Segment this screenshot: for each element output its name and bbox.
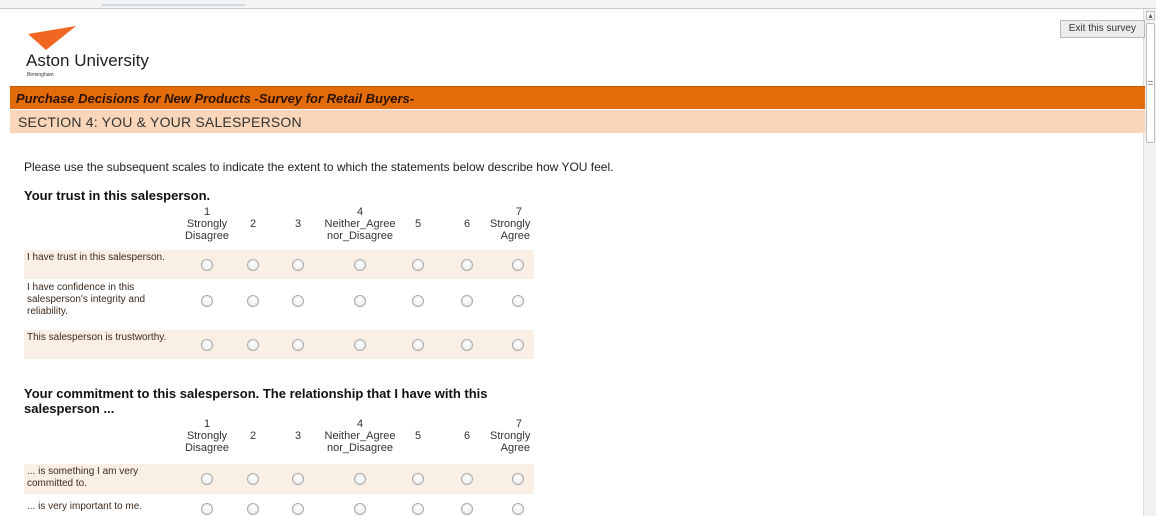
scale-number: 7 bbox=[515, 206, 522, 218]
row-label: ... is very important to me. bbox=[27, 501, 143, 512]
rating-radio-2[interactable] bbox=[247, 295, 259, 307]
question-row: ... is something I am very committed to. bbox=[24, 464, 534, 494]
survey-title-bar: Purchase Decisions for New Products -Sur… bbox=[10, 86, 1145, 109]
rating-radio-7[interactable] bbox=[512, 295, 524, 307]
rating-radio-7[interactable] bbox=[512, 339, 524, 351]
rating-radio-2[interactable] bbox=[247, 473, 259, 485]
scale-number: 4 bbox=[356, 418, 364, 430]
rating-radio-1[interactable] bbox=[201, 339, 213, 351]
scale-number: 1 bbox=[203, 206, 211, 218]
scale-text-line2: Disagree bbox=[184, 442, 230, 454]
rating-radio-7[interactable] bbox=[512, 473, 524, 485]
instruction-text: Please use the subsequent scales to indi… bbox=[24, 160, 614, 174]
rating-radio-5[interactable] bbox=[412, 503, 424, 515]
scale-number: 7 bbox=[515, 418, 522, 430]
scale-number: 4 bbox=[356, 206, 364, 218]
scale-text-line1: Strongly bbox=[490, 430, 531, 442]
rating-radio-3[interactable] bbox=[292, 503, 304, 515]
rating-radio-1[interactable] bbox=[201, 259, 213, 271]
scale-text-line1: Strongly bbox=[490, 218, 531, 230]
question-title: Your trust in this salesperson. bbox=[24, 188, 211, 203]
rating-radio-3[interactable] bbox=[292, 473, 304, 485]
university-logo: Aston University Birmingham bbox=[26, 24, 166, 78]
rating-radio-7[interactable] bbox=[512, 259, 524, 271]
logo-sub: Birmingham bbox=[27, 72, 54, 78]
survey-title: Purchase Decisions for New Products -Sur… bbox=[16, 91, 415, 106]
scale-label-7: 7 Strongly Agree bbox=[490, 418, 530, 454]
exit-survey-button[interactable]: Exit this survey bbox=[1059, 20, 1145, 38]
logo-triangle-icon bbox=[28, 26, 76, 50]
rating-radio-4[interactable] bbox=[354, 339, 366, 351]
scale-text-line2: Disagree bbox=[184, 230, 230, 242]
row-label: This salesperson is trustworthy. bbox=[27, 332, 167, 343]
rating-radio-3[interactable] bbox=[292, 259, 304, 271]
rating-radio-6[interactable] bbox=[461, 339, 473, 351]
rating-radio-7[interactable] bbox=[512, 503, 524, 515]
scale-text-line2: Agree bbox=[500, 230, 530, 242]
question-row: I have trust in this salesperson. bbox=[24, 250, 534, 279]
scale-text-line2: nor_Disagree bbox=[326, 442, 394, 454]
question-title: Your commitment to this salesperson. The… bbox=[24, 386, 488, 416]
rating-radio-4[interactable] bbox=[354, 295, 366, 307]
rating-radio-5[interactable] bbox=[412, 339, 424, 351]
scale-label-3: 3 bbox=[294, 430, 302, 442]
scale-label-3: 3 bbox=[294, 218, 302, 230]
rating-radio-3[interactable] bbox=[292, 339, 304, 351]
rating-radio-2[interactable] bbox=[247, 339, 259, 351]
rating-radio-5[interactable] bbox=[412, 295, 424, 307]
rating-radio-6[interactable] bbox=[461, 473, 473, 485]
rating-radio-4[interactable] bbox=[354, 473, 366, 485]
rating-radio-1[interactable] bbox=[201, 503, 213, 515]
scale-header: 1 Strongly Disagree 2 3 4 Neither_Agree nor_Dis… bbox=[24, 206, 534, 250]
scale-number: 1 bbox=[203, 418, 211, 430]
row-label: ... is something I am very committed to. bbox=[27, 466, 139, 489]
rating-radio-3[interactable] bbox=[292, 295, 304, 307]
rating-radio-1[interactable] bbox=[201, 295, 213, 307]
question-row: This salesperson is trustworthy. bbox=[24, 330, 534, 359]
rating-radio-5[interactable] bbox=[412, 259, 424, 271]
rating-radio-6[interactable] bbox=[461, 295, 473, 307]
browser-top-strip bbox=[0, 0, 1156, 9]
tab-indicator bbox=[102, 4, 245, 6]
section-title: SECTION 4: YOU & YOUR SALESPERSON bbox=[18, 114, 302, 130]
rating-radio-2[interactable] bbox=[247, 503, 259, 515]
row-label: I have trust in this salesperson. bbox=[27, 252, 165, 263]
row-label: I have confidence in this salesperson's … bbox=[27, 282, 146, 317]
scale-text-line2: Agree bbox=[500, 442, 530, 454]
rating-radio-5[interactable] bbox=[412, 473, 424, 485]
rating-radio-1[interactable] bbox=[201, 473, 213, 485]
rating-radio-4[interactable] bbox=[354, 503, 366, 515]
logo-name: Aston University bbox=[26, 51, 149, 70]
question-row: I have confidence in this salesperson's … bbox=[24, 280, 534, 321]
rating-radio-6[interactable] bbox=[461, 259, 473, 271]
scale-label-7: 7 Strongly Agree bbox=[490, 206, 530, 242]
scrollbar-grip-icon bbox=[1148, 81, 1153, 85]
scroll-up-icon[interactable]: ▴ bbox=[1146, 11, 1155, 20]
rating-radio-2[interactable] bbox=[247, 259, 259, 271]
survey-page: Exit this survey Aston University Birmin… bbox=[10, 9, 1145, 516]
section-header-bar: SECTION 4: YOU & YOUR SALESPERSON bbox=[10, 110, 1145, 133]
question-row: ... is very important to me. bbox=[24, 499, 534, 516]
rating-radio-6[interactable] bbox=[461, 503, 473, 515]
scale-label-6: 6 bbox=[463, 430, 471, 442]
scale-label-6: 6 bbox=[463, 218, 471, 230]
rating-radio-4[interactable] bbox=[354, 259, 366, 271]
scale-header: 1 Strongly Disagree 2 3 4 Neither_Agree nor_Dis… bbox=[24, 418, 534, 462]
scale-text-line2: nor_Disagree bbox=[326, 230, 394, 242]
